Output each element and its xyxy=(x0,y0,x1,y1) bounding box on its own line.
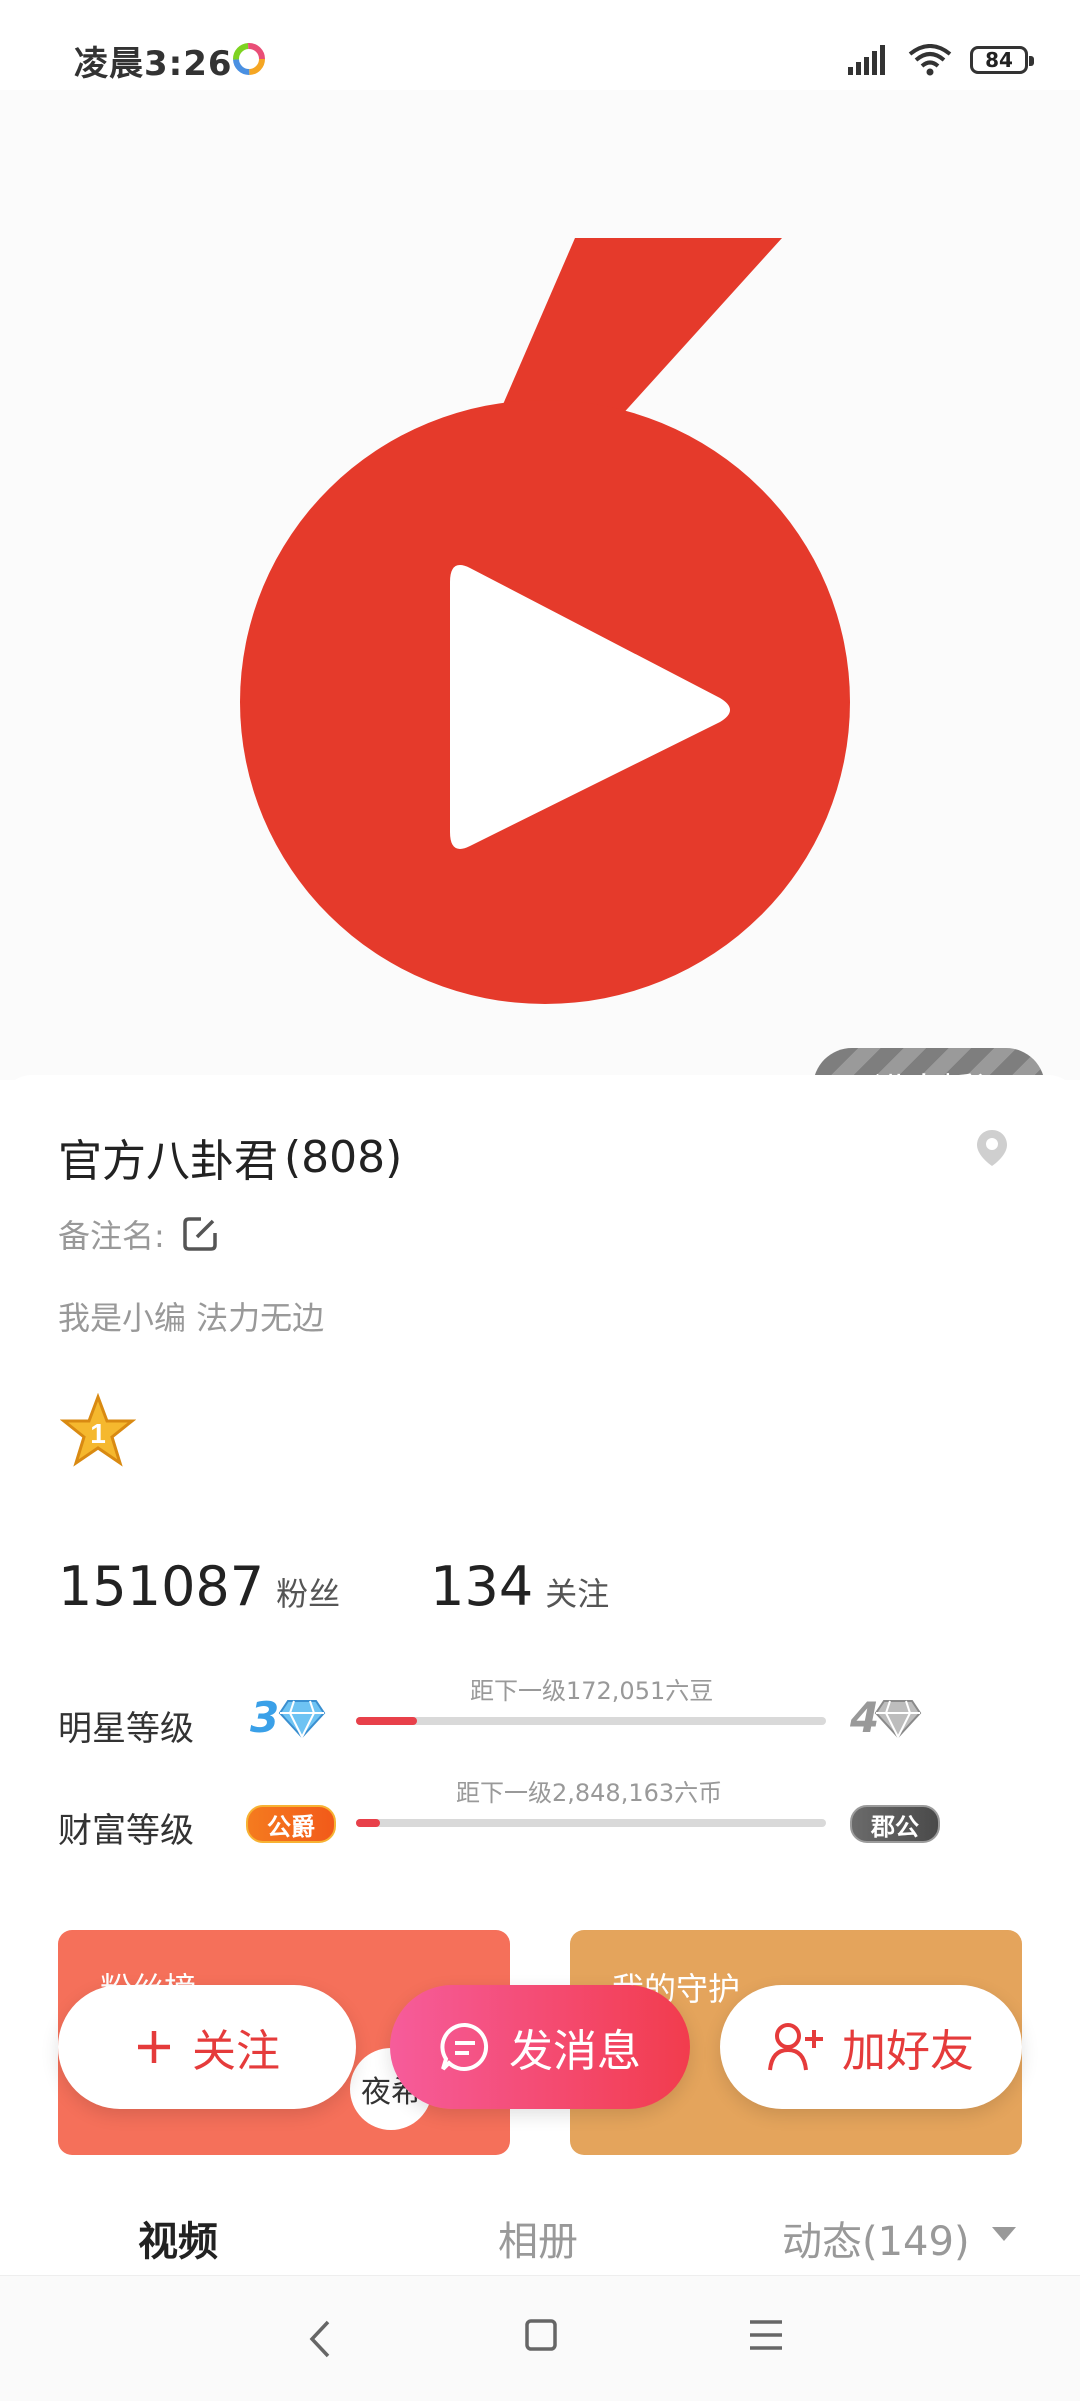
profile-card: 官方八卦君 (808) 备注名: 我是小编 法力无边 1 151087 粉丝 1… xyxy=(0,1075,1080,2275)
content-tabs: 视频 相册 动态(149) xyxy=(0,2195,1080,2275)
profile-name-row: 官方八卦君 (808) xyxy=(58,1125,402,1189)
star-level-hint: 距下一级172,051六豆 xyxy=(470,1677,714,1705)
star-level-progress-track xyxy=(356,1717,826,1725)
plus-icon xyxy=(134,2027,174,2067)
profile-bio: 我是小编 法力无边 xyxy=(58,1299,325,1337)
star-level-progress-fill xyxy=(356,1717,418,1725)
star-badge-icon: 1 xyxy=(60,1393,136,1467)
fans-count[interactable]: 151087 xyxy=(58,1555,264,1618)
chat-icon xyxy=(439,2021,491,2073)
star-level-label: 明星等级 xyxy=(58,1709,194,1749)
add-user-icon xyxy=(768,2022,824,2072)
tab-videos[interactable]: 视频 xyxy=(138,2209,218,2267)
battery-level: 84 xyxy=(985,48,1013,72)
dropdown-arrow-icon[interactable] xyxy=(990,2225,1018,2243)
add-friend-button[interactable]: 加好友 xyxy=(720,1985,1022,2109)
wealth-next-badge: 郡公 xyxy=(850,1805,940,1843)
send-message-button[interactable]: 发消息 xyxy=(390,1985,690,2109)
wealth-current-badge: 公爵 xyxy=(246,1805,336,1843)
remark-label: 备注名: xyxy=(58,1217,165,1255)
tab-albums[interactable]: 相册 xyxy=(498,2209,578,2267)
remark-row[interactable]: 备注名: xyxy=(58,1211,219,1257)
message-label: 发消息 xyxy=(509,2026,641,2077)
logo-6-icon xyxy=(240,238,850,1004)
add-friend-label: 加好友 xyxy=(842,2026,974,2077)
following-count[interactable]: 134 xyxy=(430,1555,533,1618)
battery-icon: 84 xyxy=(970,46,1034,74)
star-level-row[interactable]: 明星等级 3 距下一级172,051六豆 4 xyxy=(58,1677,1038,1749)
wealth-level-progress-track xyxy=(356,1819,826,1827)
fans-label[interactable]: 粉丝 xyxy=(276,1569,340,1615)
wifi-icon xyxy=(908,44,952,76)
signal-icon xyxy=(848,45,885,75)
wealth-level-row[interactable]: 财富等级 公爵 距下一级2,848,163六币 郡公 xyxy=(58,1779,1038,1851)
status-indicators: 84 xyxy=(846,40,1034,80)
edit-icon[interactable] xyxy=(181,1215,219,1253)
tab-moments[interactable]: 动态(149) xyxy=(782,2209,970,2267)
star-level-number: 1 xyxy=(90,1418,106,1449)
location-pin-icon[interactable] xyxy=(975,1128,1009,1168)
system-navigation-bar xyxy=(0,2275,1080,2401)
wealth-level-label: 财富等级 xyxy=(58,1811,194,1851)
profile-name: 官方八卦君 xyxy=(58,1136,278,1187)
diamond-gray-icon xyxy=(874,1700,922,1739)
diamond-icon xyxy=(278,1700,326,1739)
menu-icon[interactable] xyxy=(748,2318,784,2352)
app-icon xyxy=(233,43,265,75)
following-label[interactable]: 关注 xyxy=(545,1569,609,1615)
back-icon[interactable] xyxy=(306,2318,336,2360)
profile-cover[interactable]: 进直播间 xyxy=(0,90,1080,1080)
wealth-level-progress-fill xyxy=(356,1819,380,1827)
wealth-level-hint: 距下一级2,848,163六币 xyxy=(456,1779,723,1807)
follow-stats: 151087 粉丝 134 关注 xyxy=(58,1555,609,1618)
profile-id: (808) xyxy=(284,1131,403,1183)
status-time: 凌晨3:26 xyxy=(74,44,233,84)
follow-button[interactable]: 关注 xyxy=(58,1985,356,2109)
star-level-current: 3 xyxy=(250,1693,280,1742)
home-icon[interactable] xyxy=(524,2318,558,2352)
follow-label: 关注 xyxy=(192,2026,280,2077)
